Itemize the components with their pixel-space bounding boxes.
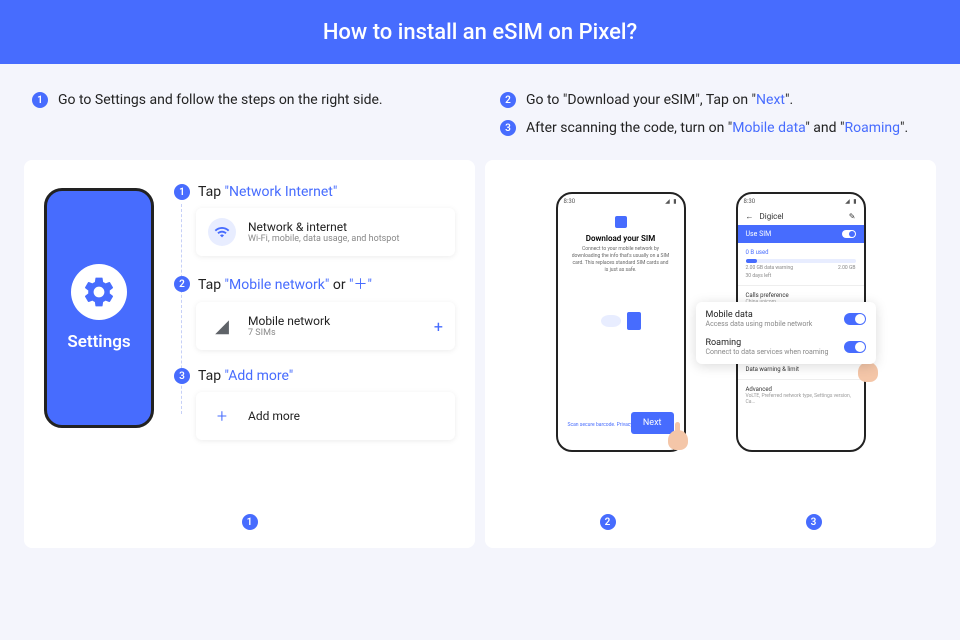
card-title: Mobile network [248, 314, 330, 328]
status-icons: ◢ ▮ [845, 198, 857, 205]
step2-hl2: "＋" [349, 277, 372, 293]
carrier-header: ← Digicel ✎ [738, 208, 864, 225]
phone3-wrap: 8:30 ◢ ▮ ← Digicel ✎ Use SIM 0 B used [736, 192, 866, 452]
settings-phone: Settings [44, 188, 154, 428]
hand-pointer-icon [668, 430, 692, 454]
intro-item-1: 1 Go to Settings and follow the steps on… [32, 92, 460, 108]
cloud-icon [601, 315, 621, 327]
panel-1: Settings 1 Tap "Network Internet" Networ… [24, 160, 475, 548]
phone2-wrap: 8:30 ◢ ▮ Download your SIM Connect to yo… [556, 192, 686, 452]
time: 8:30 [564, 198, 576, 205]
mobile-data-sub: Access data using mobile network [706, 320, 813, 328]
step-1-bullet: 1 [174, 184, 190, 200]
mobile-network-card[interactable]: ◢ Mobile network 7 SIMs + [196, 302, 455, 350]
use-sim-label: Use SIM [746, 230, 772, 238]
intro-left: 1 Go to Settings and follow the steps on… [32, 92, 460, 136]
step-2-bullet: 2 [174, 276, 190, 292]
meter-right: 2.00 GB [838, 265, 856, 271]
step-1-head: 1 Tap "Network Internet" [174, 184, 455, 200]
edit-icon[interactable]: ✎ [849, 212, 856, 221]
intro-item-2: 2 Go to "Download your eSIM", Tap on "Ne… [500, 92, 928, 108]
card-title: Network & internet [248, 220, 399, 234]
meter-left: 2.00 GB data warning [746, 265, 794, 271]
intro-section: 1 Go to Settings and follow the steps on… [0, 64, 960, 160]
roaming-link: Roaming [844, 120, 900, 136]
status-icons: ◢ ▮ [665, 198, 677, 205]
intro-text-1: Go to Settings and follow the steps on t… [58, 92, 383, 108]
bullet-3: 3 [500, 120, 516, 136]
settings-label: Settings [67, 332, 130, 352]
page-title: How to install an eSIM on Pixel? [323, 20, 637, 45]
plus-icon[interactable]: + [434, 317, 443, 336]
bullet-2: 2 [500, 92, 516, 108]
step-3-bullet: 3 [174, 368, 190, 384]
data-meter: 0 B used 2.00 GB data warning 2.00 GB 30… [738, 243, 864, 285]
time: 8:30 [744, 198, 756, 205]
wifi-icon [208, 218, 236, 246]
back-icon[interactable]: ← [746, 212, 754, 221]
toggle-popup: Mobile data Access data using mobile net… [696, 302, 876, 364]
signal-icon: ◢ [208, 312, 236, 340]
panel2-badge-row: 2 3 [485, 514, 936, 530]
roaming-title: Roaming [706, 338, 829, 348]
intro-text-3: After scanning the code, turn on "Mobile… [526, 120, 908, 136]
statusbar: 8:30 ◢ ▮ [558, 194, 684, 208]
mobile-data-link: Mobile data [732, 120, 805, 136]
cloud-sim-graphic [601, 312, 641, 330]
next-link: Next [756, 92, 785, 108]
bullet-1: 1 [32, 92, 48, 108]
hand-pointer-icon [858, 362, 882, 386]
download-title: Download your SIM [586, 234, 655, 243]
roaming-toggle[interactable] [844, 341, 866, 353]
step-3: 3 Tap "Add more" + Add more [174, 368, 455, 440]
roaming-sub: Connect to data services when roaming [706, 348, 829, 356]
intro-text-2: Go to "Download your eSIM", Tap on "Next… [526, 92, 793, 108]
step-3-head: 3 Tap "Add more" [174, 368, 455, 384]
card-title: Add more [248, 409, 300, 423]
mobile-data-title: Mobile data [706, 310, 813, 320]
page-header: How to install an eSIM on Pixel? [0, 0, 960, 64]
sim-icon [627, 312, 641, 330]
use-sim-toggle[interactable] [842, 230, 856, 238]
meter-label: 0 B used [746, 249, 856, 256]
intro-item-3: 3 After scanning the code, turn on "Mobi… [500, 120, 928, 136]
network-internet-card[interactable]: Network & internet Wi-Fi, mobile, data u… [196, 208, 455, 256]
step2-hl1: "Mobile network" [225, 277, 330, 293]
mobile-data-toggle[interactable] [844, 313, 866, 325]
step-2: 2 Tap "Mobile network" or "＋" ◢ Mobile n… [174, 274, 455, 350]
download-sim-phone: 8:30 ◢ ▮ Download your SIM Connect to yo… [556, 192, 686, 452]
badge-1: 1 [242, 514, 258, 530]
download-desc: Connect to your mobile network by downlo… [568, 246, 674, 274]
use-sim-row[interactable]: Use SIM [738, 225, 864, 243]
badge-2: 2 [600, 514, 616, 530]
step-1: 1 Tap "Network Internet" Network & inter… [174, 184, 455, 256]
step-1-highlight: "Network Internet" [225, 184, 338, 200]
card-sub: 7 SIMs [248, 328, 330, 338]
add-more-card[interactable]: + Add more [196, 392, 455, 440]
gear-icon [71, 264, 127, 320]
panels: Settings 1 Tap "Network Internet" Networ… [0, 160, 960, 548]
card-sub: Wi-Fi, mobile, data usage, and hotspot [248, 234, 399, 244]
carrier-name: Digicel [760, 212, 784, 221]
statusbar: 8:30 ◢ ▮ [738, 194, 864, 208]
panel-right-content: 8:30 ◢ ▮ Download your SIM Connect to yo… [505, 184, 916, 452]
steps-list: 1 Tap "Network Internet" Network & inter… [174, 184, 455, 524]
mobile-data-row[interactable]: Mobile data Access data using mobile net… [706, 310, 866, 328]
roaming-row[interactable]: Roaming Connect to data services when ro… [706, 338, 866, 356]
advanced-row[interactable]: Advanced VoLTE, Preferred network type, … [738, 379, 864, 411]
intro-right: 2 Go to "Download your eSIM", Tap on "Ne… [500, 92, 928, 136]
meter-bar [746, 259, 856, 263]
days-left: 30 days left [746, 273, 856, 279]
shield-icon [615, 216, 627, 228]
step3-hl: "Add more" [225, 368, 294, 384]
panel1-badge-row: 1 [24, 514, 475, 530]
badge-3: 3 [806, 514, 822, 530]
step-2-head: 2 Tap "Mobile network" or "＋" [174, 274, 455, 294]
plus-icon: + [208, 402, 236, 430]
panel-2: 8:30 ◢ ▮ Download your SIM Connect to yo… [485, 160, 936, 548]
